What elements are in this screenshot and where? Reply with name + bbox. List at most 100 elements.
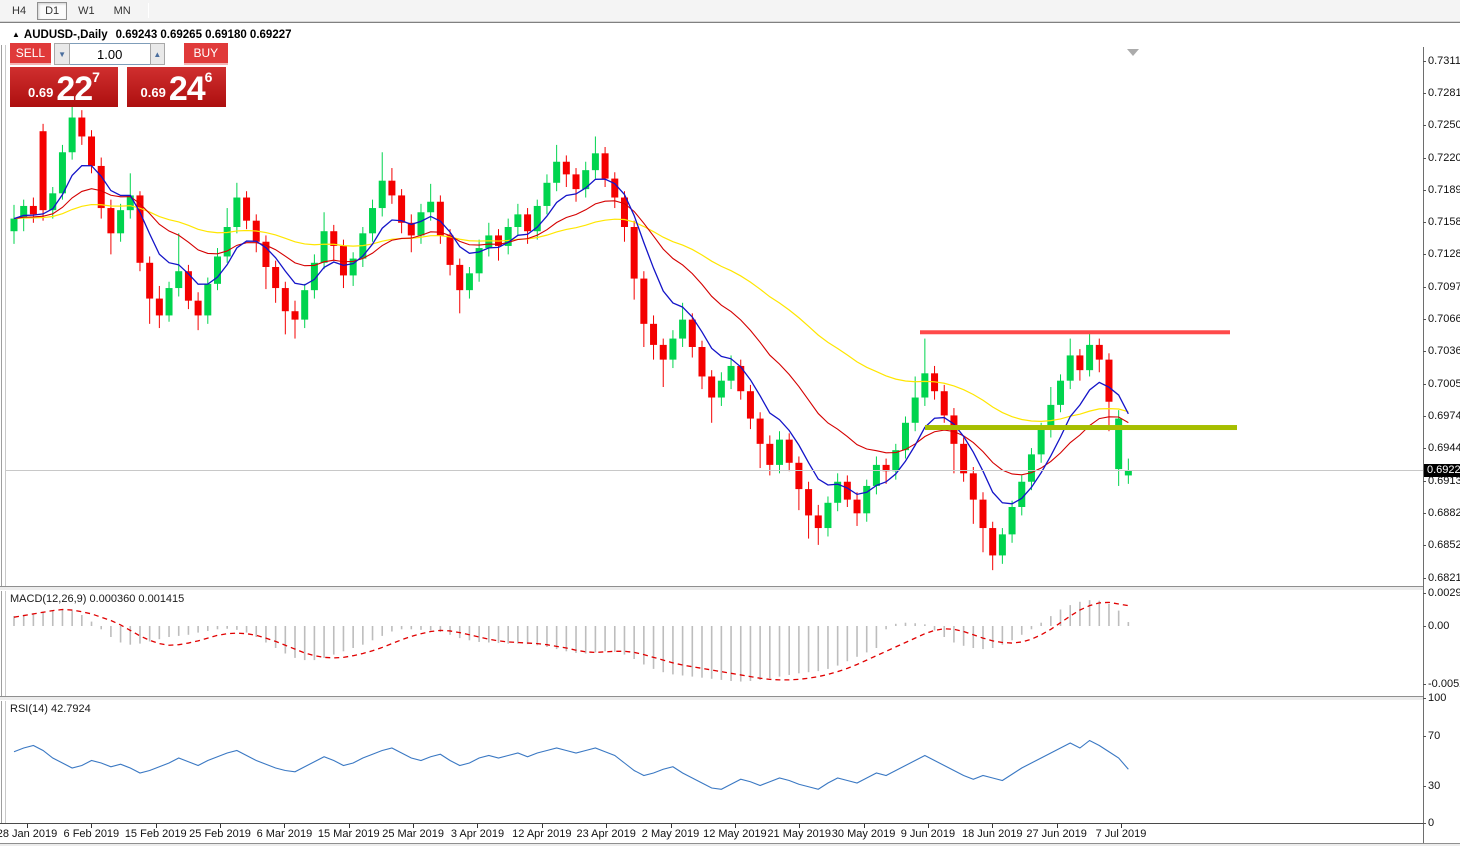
rsi-axis-tick-dash	[1423, 735, 1426, 737]
buy-price-quote[interactable]: 0.69 24 6	[127, 67, 226, 107]
candle	[979, 499, 987, 529]
candlestick-series	[10, 107, 1132, 571]
rsi-axis-tick: 0	[1428, 817, 1435, 829]
candle	[688, 319, 696, 347]
candle	[824, 502, 832, 529]
price-axis-tick: 0.71585	[1428, 216, 1460, 229]
candle	[68, 117, 76, 153]
candle	[872, 464, 880, 486]
window-border-left	[1, 45, 2, 846]
candle	[727, 365, 735, 381]
candle	[892, 450, 900, 472]
resistance-hline[interactable]	[920, 330, 1230, 335]
price-chart-panel[interactable]	[6, 47, 1423, 586]
candle	[465, 273, 473, 291]
price-axis-tick: 0.69440	[1428, 442, 1460, 455]
candlestick-canvas[interactable]	[6, 47, 1423, 586]
candle	[756, 418, 764, 444]
candle	[746, 391, 754, 419]
candle	[233, 197, 241, 227]
timeframe-button-h4[interactable]: H4	[4, 2, 34, 20]
candle	[10, 218, 18, 232]
candle	[960, 443, 968, 474]
candle	[301, 290, 309, 320]
date-axis-label: 15 Feb 2019	[124, 828, 187, 840]
price-axis-tick-dash	[1423, 190, 1426, 192]
candle	[1027, 454, 1035, 482]
price-axis-tick: 0.69130	[1428, 474, 1460, 487]
candle	[630, 227, 638, 279]
rsi-line	[13, 739, 1129, 790]
symbol-marker-icon: ▲	[12, 30, 20, 39]
candle	[29, 205, 37, 215]
candle	[611, 178, 619, 198]
chart-symbol-label: AUDUSD-,Daily	[23, 29, 108, 41]
candle	[543, 182, 551, 206]
price-axis-tick-dash	[1423, 222, 1426, 224]
date-axis[interactable]: 28 Jan 2019 6 Feb 2019 15 Feb 2019 25 Feb 2…	[0, 823, 1423, 843]
candle	[901, 422, 909, 451]
timeframe-button-d1[interactable]: D1	[37, 1, 68, 20]
volume-increase-button[interactable]: ▲	[149, 43, 165, 65]
price-axis-tick-dash	[1423, 351, 1426, 353]
candle	[39, 131, 47, 211]
candle	[921, 373, 929, 398]
candle	[427, 201, 435, 213]
macd-axis-tick: 0.00	[1428, 620, 1450, 632]
price-axis-tick-dash	[1423, 319, 1426, 321]
rsi-axis-tick-dash	[1423, 823, 1426, 824]
candle	[717, 380, 725, 398]
candle	[708, 376, 716, 398]
rsi-axis-tick-dash	[1423, 698, 1426, 699]
chart-shift-marker-icon[interactable]	[1127, 49, 1139, 56]
rsi-axis-tick: 30	[1428, 779, 1441, 792]
buy-price-pips: 24	[168, 70, 206, 108]
candle	[88, 136, 96, 166]
candle	[204, 283, 212, 316]
price-axis-tick-dash	[1423, 512, 1426, 514]
candle	[669, 338, 677, 360]
macd-signal-line	[13, 601, 1129, 681]
candle	[146, 262, 154, 299]
price-axis-tick: 0.72505	[1428, 119, 1460, 132]
date-axis-label: 28 Jan 2019	[0, 828, 58, 840]
price-axis[interactable]: 0.69227 0.731150.728100.725050.722000.71…	[1423, 47, 1460, 843]
buy-button[interactable]: BUY	[183, 43, 229, 65]
candle	[97, 165, 105, 209]
candle	[553, 161, 561, 183]
sell-button[interactable]: SELL	[10, 43, 51, 65]
date-axis-label: 7 Jul 2019	[1095, 828, 1147, 840]
candle	[272, 267, 280, 289]
candle	[1105, 359, 1113, 402]
volume-input[interactable]	[69, 43, 150, 65]
candle	[911, 397, 919, 423]
rsi-panel[interactable]: RSI(14) 42.7924	[6, 701, 1423, 823]
price-axis-tick: 0.72810	[1428, 87, 1460, 100]
price-axis-tick-dash	[1423, 480, 1426, 482]
date-axis-label: 2 May 2019	[641, 828, 700, 840]
candle	[776, 439, 784, 465]
candle	[243, 197, 251, 221]
date-axis-label: 21 May 2019	[767, 828, 832, 840]
sell-price-quote[interactable]: 0.69 22 7	[10, 67, 118, 107]
candle	[814, 515, 822, 529]
candle	[659, 344, 667, 360]
timeframe-button-mn[interactable]: MN	[106, 2, 139, 20]
candle	[785, 439, 793, 463]
date-axis-label: 3 Apr 2019	[450, 828, 505, 840]
candle	[1037, 429, 1045, 455]
rsi-canvas[interactable]	[6, 701, 1423, 823]
macd-canvas[interactable]	[6, 591, 1423, 696]
price-axis-tick-dash	[1423, 448, 1426, 450]
date-axis-label: 30 May 2019	[831, 828, 896, 840]
volume-decrease-button[interactable]: ▼	[54, 43, 70, 65]
macd-panel[interactable]: MACD(12,26,9) 0.000360 0.001415	[6, 591, 1423, 696]
timeframe-button-w1[interactable]: W1	[70, 2, 103, 20]
one-click-trade-panel: SELL ▼ ▲ BUY 0.69 22 7 0.69 24 6	[10, 43, 229, 107]
candle	[620, 197, 628, 227]
rsi-label: RSI(14) 42.7924	[10, 703, 91, 715]
macd-axis-tick: -0.00525	[1428, 677, 1460, 690]
price-axis-tick-dash	[1423, 157, 1426, 159]
support-hline[interactable]	[925, 425, 1237, 431]
rsi-axis-tick-dash	[1423, 785, 1426, 787]
